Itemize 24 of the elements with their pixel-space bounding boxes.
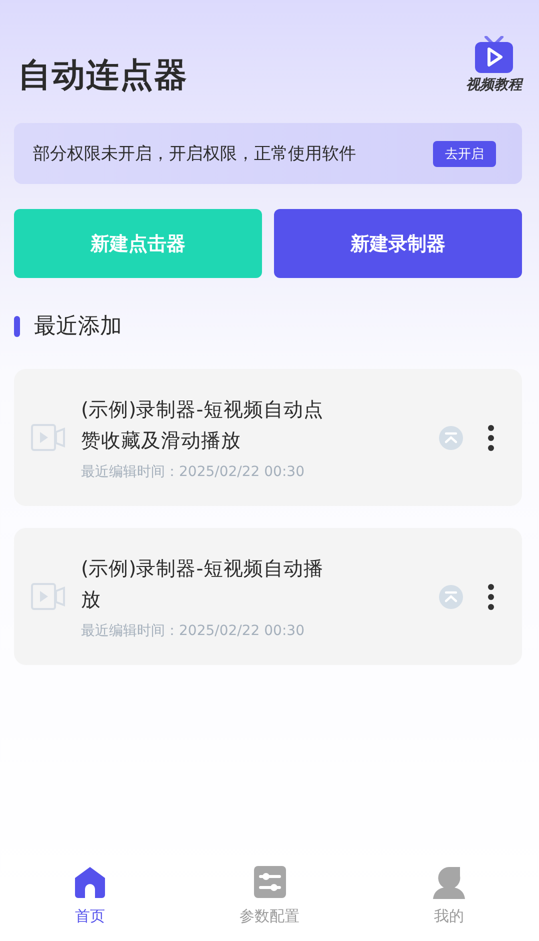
- nav-tab[interactable]: 参数配置: [180, 845, 360, 941]
- sliders-icon: [254, 866, 286, 898]
- video-icon: [31, 583, 65, 610]
- tv-play-icon[interactable]: [474, 36, 514, 74]
- user-icon: [433, 865, 466, 899]
- section-marker: [14, 316, 20, 336]
- section-title: 最近添加: [34, 313, 122, 341]
- recording-card[interactable]: (示例)录制器-短视频自动播放 最近编辑时间：2025/02/22 00:30: [14, 528, 522, 665]
- new-recorder-button[interactable]: 新建录制器: [274, 209, 522, 278]
- permission-message: 部分权限未开启，开启权限，正常使用软件: [33, 143, 356, 165]
- video-icon: [31, 424, 65, 451]
- nav-tab[interactable]: 我的: [359, 845, 539, 941]
- more-icon[interactable]: [487, 582, 495, 610]
- app-title: 自动连点器: [18, 54, 188, 96]
- edit-time: 最近编辑时间：2025/02/22 00:30: [81, 463, 306, 481]
- home-icon: [72, 865, 107, 899]
- recording-title: (示例)录制器-短视频自动点赞收藏及滑动播放: [81, 397, 324, 454]
- enable-button[interactable]: 去开启: [433, 140, 496, 166]
- tutorial-label[interactable]: 视频教程: [466, 76, 522, 94]
- more-icon[interactable]: [487, 424, 495, 452]
- recording-title: (示例)录制器-短视频自动播放: [81, 556, 324, 613]
- recording-card[interactable]: (示例)录制器-短视频自动点赞收藏及滑动播放 最近编辑时间：2025/02/22 00:30: [14, 369, 522, 506]
- nav-tab[interactable]: 首页: [0, 845, 180, 941]
- edit-time: 最近编辑时间：2025/02/22 00:30: [81, 622, 306, 640]
